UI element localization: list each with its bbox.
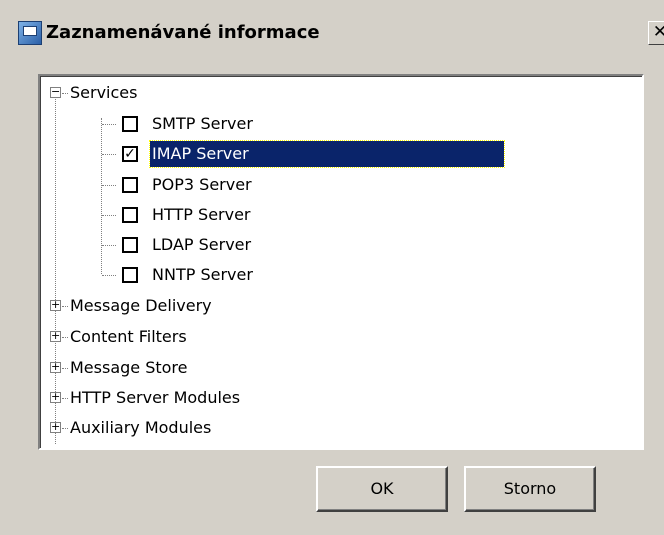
cancel-button[interactable]: Storno xyxy=(464,466,596,512)
tree-node-label: Services xyxy=(70,83,138,102)
collapse-icon[interactable]: − xyxy=(50,86,61,98)
title-bar[interactable]: Zaznamenávané informace ✕ xyxy=(14,18,664,48)
tree-line xyxy=(102,154,116,156)
tree-node-label: HTTP Server Modules xyxy=(70,388,241,407)
checkmark-icon: ✓ xyxy=(124,146,136,162)
tree-line xyxy=(62,368,68,370)
dialog-window: Zaznamenávané informace ✕ − Services SMT… xyxy=(0,0,664,535)
app-icon xyxy=(18,21,42,45)
tree-node-label: NNTP Server xyxy=(152,265,253,284)
tree-line xyxy=(62,337,68,339)
tree-node-label: Message Store xyxy=(70,358,188,377)
checkbox-ldap-server[interactable] xyxy=(122,237,138,253)
checkbox-pop3-server[interactable] xyxy=(122,177,138,193)
expand-icon[interactable]: + xyxy=(50,361,61,373)
expand-icon[interactable]: + xyxy=(50,299,61,311)
tree-line xyxy=(102,215,116,217)
tree-line xyxy=(102,245,116,247)
expand-icon[interactable]: + xyxy=(50,391,61,403)
checkbox-smtp-server[interactable] xyxy=(122,116,138,132)
ok-button[interactable]: OK xyxy=(316,466,448,512)
tree-line xyxy=(102,275,116,277)
tree-line xyxy=(62,398,68,400)
logging-tree[interactable]: − Services SMTP Server ✓ IMAP Server POP… xyxy=(38,74,644,450)
expand-icon[interactable]: + xyxy=(50,421,61,433)
tree-node-label: HTTP Server xyxy=(152,205,251,224)
dialog-title: Zaznamenávané informace xyxy=(46,22,320,43)
checkbox-nntp-server[interactable] xyxy=(122,267,138,283)
tree-node-label: SMTP Server xyxy=(152,114,253,133)
tree-line xyxy=(102,124,116,126)
tree-node-label: POP3 Server xyxy=(152,175,252,194)
tree-line xyxy=(62,428,68,430)
close-button[interactable]: ✕ xyxy=(648,21,664,45)
tree-node-label: IMAP Server xyxy=(149,140,505,168)
tree-line xyxy=(62,306,68,308)
tree-node-label: Content Filters xyxy=(70,327,187,346)
tree-line xyxy=(62,93,68,95)
checkbox-http-server[interactable] xyxy=(122,207,138,223)
close-icon: ✕ xyxy=(652,22,664,42)
tree-line xyxy=(101,118,103,274)
tree-node-label: Message Delivery xyxy=(70,296,212,315)
tree-line xyxy=(102,185,116,187)
expand-icon[interactable]: + xyxy=(50,330,61,342)
tree-node-label: LDAP Server xyxy=(152,235,252,254)
checkbox-imap-server[interactable]: ✓ xyxy=(122,146,138,162)
tree-node-label: Auxiliary Modules xyxy=(70,418,212,437)
